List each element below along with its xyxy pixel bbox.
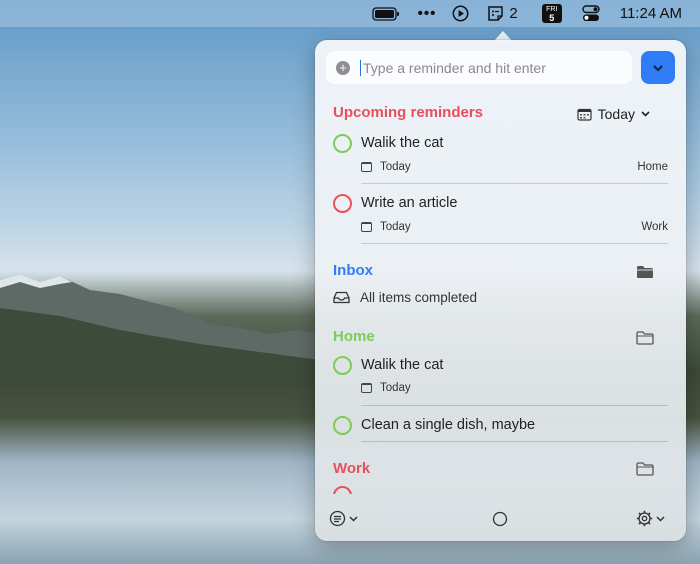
reminders-count: 2 (509, 5, 518, 22)
add-icon[interactable]: + (336, 60, 350, 75)
tray-icon (333, 291, 350, 304)
circle-icon (492, 511, 508, 527)
settings-button[interactable] (636, 510, 665, 527)
list-item[interactable]: Walik the cat Today (333, 356, 668, 408)
divider (361, 243, 668, 244)
reminder-list-tag: Work (641, 221, 668, 233)
complete-checkbox[interactable] (333, 134, 352, 153)
reminder-title: Walik the cat (361, 135, 444, 151)
gear-icon (636, 510, 653, 527)
home-header: Home (333, 328, 375, 345)
complete-checkbox[interactable] (333, 486, 352, 494)
folder-icon[interactable] (636, 331, 654, 345)
reminders-popover: + Upcoming reminders Today Walik the cat… (315, 40, 686, 541)
reminder-date: Today (361, 221, 411, 233)
calendar-icon (361, 162, 372, 172)
complete-checkbox[interactable] (333, 194, 352, 213)
reminder-title: Walik the cat (361, 357, 444, 373)
calendar-icon: FRI 5 (541, 4, 562, 23)
reminder-date-label: Today (380, 382, 411, 394)
folder-icon[interactable] (636, 462, 654, 476)
upcoming-header: Upcoming reminders (333, 104, 484, 121)
menu-bar: ••• 2 FRI 5 11:24 AM (0, 0, 700, 27)
calendar-icon (577, 108, 592, 121)
calendar-date: 5 (549, 12, 555, 23)
list-item[interactable]: Walik the cat Today Home (333, 134, 668, 186)
battery-icon[interactable] (371, 0, 400, 27)
reminder-date-label: Today (380, 161, 411, 173)
list-item[interactable]: Write an article Today Work (333, 194, 668, 246)
work-header: Work (333, 460, 371, 477)
menubar-clock[interactable]: 11:24 AM (620, 0, 682, 27)
more-menu-icon[interactable]: ••• (418, 0, 437, 27)
reminder-date: Today (361, 382, 411, 394)
reminders-scroll-area[interactable]: Upcoming reminders Today Walik the cat T… (315, 96, 686, 494)
reminder-title: Write an article (361, 195, 458, 211)
control-center-icon[interactable] (582, 0, 600, 27)
status-circle-button[interactable] (492, 511, 508, 527)
reminder-title: Clean a single dish, maybe (361, 417, 536, 433)
chevron-down-icon (641, 111, 650, 117)
calendar-menubar-item[interactable]: FRI 5 (541, 0, 562, 27)
complete-checkbox[interactable] (333, 416, 352, 435)
reminder-list-tag: Home (637, 161, 668, 173)
list-filter-button[interactable] (329, 510, 358, 527)
reminder-date: Today (361, 161, 411, 173)
list-icon (329, 510, 346, 527)
list-picker-button[interactable] (641, 51, 675, 84)
list-item[interactable] (333, 486, 668, 494)
sticky-note-icon (488, 6, 504, 21)
desktop-wallpaper-mountains (0, 274, 320, 388)
divider (361, 441, 668, 442)
inbox-header: Inbox (333, 262, 373, 279)
complete-checkbox[interactable] (333, 356, 352, 375)
chevron-down-icon (656, 515, 665, 522)
chevron-down-icon (349, 515, 358, 522)
reminders-menubar-item[interactable]: 2 (487, 0, 518, 27)
inbox-empty-state: All items completed (333, 290, 477, 305)
play-icon[interactable] (452, 0, 469, 27)
divider (361, 405, 668, 406)
calendar-icon (361, 222, 372, 232)
list-item[interactable]: Clean a single dish, maybe (333, 416, 668, 446)
divider (361, 183, 668, 184)
inbox-empty-text: All items completed (360, 290, 478, 305)
popover-footer (315, 503, 686, 541)
chevron-down-icon (653, 64, 663, 71)
date-filter-dropdown[interactable]: Today (577, 106, 650, 122)
reminder-date-label: Today (380, 221, 411, 233)
folder-filled-icon[interactable] (636, 265, 654, 279)
new-reminder-bar: + (326, 51, 632, 84)
calendar-icon (361, 383, 372, 393)
new-reminder-input[interactable] (360, 59, 620, 76)
date-filter-label: Today (597, 106, 635, 122)
